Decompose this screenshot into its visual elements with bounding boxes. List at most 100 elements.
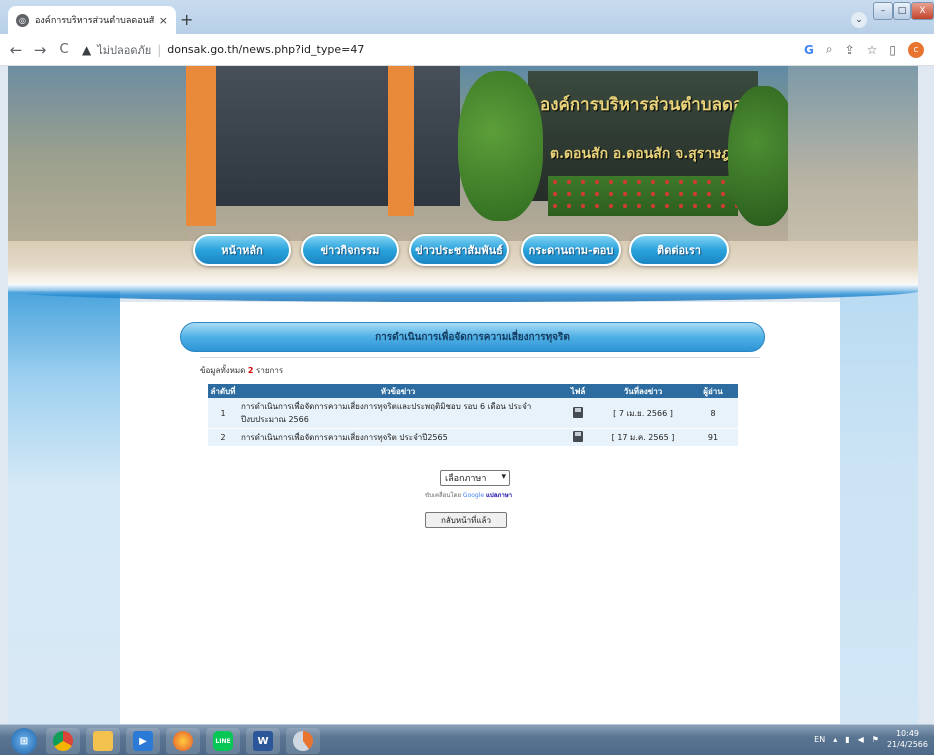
news-title-link[interactable]: การดำเนินการเพื่อจัดการความเสี่ยงการทุจร…: [238, 428, 558, 447]
go-back-button[interactable]: กลับหน้าที่แล้ว: [425, 512, 507, 528]
news-table: ลำดับที่ หัวข้อข่าว ไฟล์ วันที่ลงข่าว ผู…: [208, 384, 738, 447]
banner-building: [190, 66, 460, 206]
background-wave-top: [8, 284, 918, 302]
input-language[interactable]: EN: [814, 735, 825, 744]
nav-public-relations[interactable]: ข่าวประชาสัมพันธ์: [409, 234, 509, 266]
windows-start-icon: ⊞: [11, 728, 37, 754]
globe-icon: ◎: [16, 13, 29, 27]
taskbar-chrome[interactable]: [46, 728, 80, 754]
banner-pillar: [388, 66, 414, 216]
chevron-down-icon: ▾: [501, 472, 506, 482]
col-header-reads: ผู้อ่าน: [688, 384, 738, 398]
banner-flowers: [548, 176, 738, 216]
banner-pillar: [186, 66, 216, 226]
file-cell: [558, 398, 598, 429]
speaker-icon[interactable]: ◀: [858, 735, 864, 744]
table-row: 1 การดำเนินการเพื่อจัดการความเสี่ยงการทุ…: [208, 398, 738, 429]
file-cell: [558, 428, 598, 447]
folder-icon: [93, 731, 113, 751]
show-hidden-icons-icon[interactable]: ▴: [833, 735, 837, 744]
tab-search-icon[interactable]: ⌄: [851, 12, 867, 28]
url-text[interactable]: donsak.go.th/news.php?id_type=47: [167, 43, 364, 56]
divider: [200, 357, 760, 358]
warning-icon[interactable]: ▲: [82, 43, 91, 57]
system-tray: EN ▴ ▮ ◀ ⚑ 10:49 21/4/2566: [814, 728, 928, 750]
system-clock[interactable]: 10:49 21/4/2566: [887, 728, 928, 750]
content-panel: การดำเนินการเพื่อจัดการความเสี่ยงการทุจร…: [120, 302, 840, 724]
powered-by-text: ขับเคลื่อนโดย: [425, 492, 461, 499]
row-number: 2: [208, 428, 238, 447]
total-number: 2: [247, 366, 254, 375]
total-count: ข้อมูลทั้งหมด 2 รายการ: [200, 364, 283, 377]
col-header-date: วันที่ลงข่าว: [598, 384, 688, 398]
window-minimize-button[interactable]: –: [873, 2, 893, 20]
toolbar-actions: G ⌕ ⇪ ☆ ▯ c: [804, 41, 924, 58]
banner-tree: [458, 71, 543, 221]
google-icon[interactable]: G: [804, 43, 814, 57]
side-panel-icon[interactable]: ▯: [889, 43, 896, 57]
col-header-number: ลำดับที่: [208, 384, 238, 398]
taskbar-word[interactable]: W: [246, 728, 280, 754]
word-icon: W: [253, 731, 273, 751]
clock-time: 10:49: [895, 729, 920, 738]
section-title: การดำเนินการเพื่อจัดการความเสี่ยงการทุจร…: [180, 322, 765, 352]
row-number: 1: [208, 398, 238, 429]
news-date: [ 7 เม.ย. 2566 ]: [598, 398, 688, 429]
chrome-icon: [53, 731, 73, 751]
profile-avatar[interactable]: c: [908, 41, 924, 58]
taskbar-app[interactable]: [286, 728, 320, 754]
security-label[interactable]: ไม่ปลอดภัย: [97, 41, 151, 59]
new-tab-button[interactable]: +: [180, 10, 193, 29]
file-download-icon[interactable]: [573, 406, 583, 418]
omnibox-divider: |: [157, 42, 162, 57]
read-count: 8: [688, 398, 738, 429]
flag-icon[interactable]: ⚑: [872, 735, 879, 744]
page-viewport: องค์การบริหารส่วนตำบลดอนสัก ต.ดอนสัก อ.ด…: [0, 66, 934, 724]
tab-title: องค์การบริหารส่วนตำบลดอนสัก อำเภ: [35, 16, 155, 26]
tab-close-icon[interactable]: ×: [159, 14, 168, 27]
total-prefix: ข้อมูลทั้งหมด: [200, 366, 246, 375]
start-button[interactable]: ⊞: [6, 728, 42, 754]
line-icon: LINE: [213, 731, 233, 751]
back-arrow-icon[interactable]: ←: [4, 41, 28, 59]
news-title-link[interactable]: การดำเนินการเพื่อจัดการความเสี่ยงการทุจร…: [238, 398, 558, 429]
file-download-icon[interactable]: [573, 431, 583, 442]
nav-webboard[interactable]: กระดานถาม-ตอบ: [521, 234, 621, 266]
background-wave-left: [8, 291, 120, 724]
news-date: [ 17 ม.ค. 2565 ]: [598, 428, 688, 447]
desktop-screen: ◎ องค์การบริหารส่วนตำบลดอนสัก อำเภ × + ⌄…: [0, 0, 934, 755]
bookmark-star-icon[interactable]: ☆: [867, 43, 878, 57]
zoom-icon[interactable]: ⌕: [826, 42, 833, 57]
taskbar-media[interactable]: ▶: [126, 728, 160, 754]
browser-tab[interactable]: ◎ องค์การบริหารส่วนตำบลดอนสัก อำเภ ×: [8, 6, 176, 34]
browser-toolbar: ← → C ▲ ไม่ปลอดภัย | donsak.go.th/news.p…: [0, 34, 934, 66]
table-row: 2 การดำเนินการเพื่อจัดการความเสี่ยงการทุ…: [208, 428, 738, 447]
nav-activities[interactable]: ข่าวกิจกรรม: [301, 234, 399, 266]
media-player-icon: ▶: [133, 731, 153, 751]
window-maximize-button[interactable]: □: [893, 2, 911, 20]
translate-attribution: ขับเคลื่อนโดย Google แปลภาษา: [425, 490, 512, 500]
window-close-button[interactable]: X: [911, 2, 934, 20]
background-wave-right: [840, 291, 918, 724]
language-select[interactable]: เลือกภาษา ▾: [440, 470, 510, 486]
app-icon: [293, 731, 313, 751]
firefox-icon: [173, 731, 193, 751]
taskbar-firefox[interactable]: [166, 728, 200, 754]
browser-tab-strip: ◎ องค์การบริหารส่วนตำบลดอนสัก อำเภ × + ⌄…: [0, 0, 934, 34]
windows-taskbar: ⊞ ▶ LINE W EN ▴ ▮ ◀ ⚑ 10:49 21/4/2566: [0, 724, 934, 755]
address-bar[interactable]: ▲ ไม่ปลอดภัย | donsak.go.th/news.php?id_…: [82, 38, 804, 62]
google-link[interactable]: Google: [463, 492, 484, 499]
taskbar-line[interactable]: LINE: [206, 728, 240, 754]
translate-link[interactable]: แปลภาษา: [486, 492, 512, 499]
forward-arrow-icon[interactable]: →: [28, 41, 52, 59]
nav-home[interactable]: หน้าหลัก: [193, 234, 291, 266]
network-icon[interactable]: ▮: [845, 735, 849, 744]
clock-date: 21/4/2566: [886, 740, 928, 749]
language-select-value: เลือกภาษา: [445, 474, 487, 484]
col-header-title: หัวข้อข่าว: [238, 384, 558, 398]
nav-contact[interactable]: ติดต่อเรา: [629, 234, 729, 266]
taskbar-explorer[interactable]: [86, 728, 120, 754]
col-header-file: ไฟล์: [558, 384, 598, 398]
share-icon[interactable]: ⇪: [845, 43, 855, 57]
reload-icon[interactable]: C: [52, 42, 76, 57]
